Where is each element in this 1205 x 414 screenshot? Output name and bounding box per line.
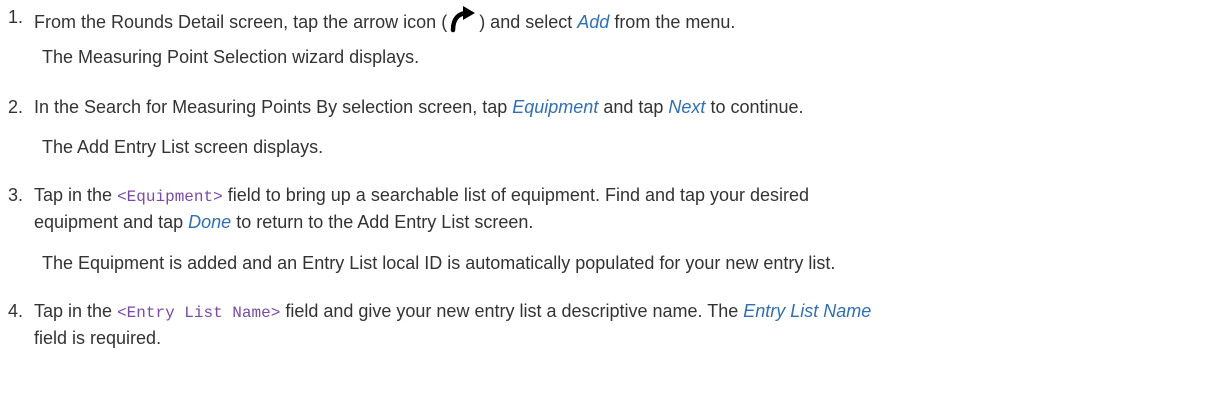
curved-arrow-icon: [450, 6, 476, 33]
step-result: The Equipment is added and an Entry List…: [42, 253, 836, 273]
ui-term-next: Next: [668, 97, 706, 117]
ui-term-add: Add: [577, 12, 610, 32]
step-text: from the menu.: [614, 12, 736, 32]
step-text: Tap in the: [34, 185, 113, 205]
step-text: In the Search for Measuring Points By se…: [34, 97, 508, 117]
step-text: to continue.: [710, 97, 804, 117]
step-text: equipment and tap: [34, 212, 184, 232]
procedure-document: 1. From the Rounds Detail screen, tap th…: [0, 0, 1205, 414]
step-text: to return to the Add Entry List screen.: [236, 212, 534, 232]
step-number: 1.: [8, 7, 24, 27]
field-name-entry-list-name: <Entry List Name>: [117, 304, 281, 322]
step-text: and tap: [603, 97, 664, 117]
step-number: 4.: [8, 301, 24, 321]
step-number: 2.: [8, 97, 24, 117]
step-instruction: From the Rounds Detail screen, tap the a…: [34, 4, 735, 36]
ui-term-done: Done: [188, 212, 232, 232]
step-result: The Add Entry List screen displays.: [42, 137, 324, 157]
ui-term-entry-list-name: Entry List Name: [743, 301, 872, 321]
step-result: The Measuring Point Selection wizard dis…: [42, 47, 420, 67]
step-number: 3.: [8, 185, 24, 205]
step-instruction-continued: field is required.: [34, 328, 162, 348]
step-instruction-continued: equipment and tap Done to return to the …: [34, 209, 533, 236]
step-text: From the Rounds Detail screen, tap the a…: [34, 12, 448, 32]
step-text: field to bring up a searchable list of e…: [227, 185, 810, 205]
step-instruction: Tap in the <Equipment> field to bring up…: [34, 182, 809, 211]
field-name-equipment: <Equipment>: [117, 188, 223, 206]
ui-term-equipment: Equipment: [512, 97, 599, 117]
step-instruction: Tap in the <Entry List Name> field and g…: [34, 298, 871, 327]
step-text: Tap in the: [34, 301, 113, 321]
step-instruction: In the Search for Measuring Points By se…: [34, 94, 804, 121]
step-text: field and give your new entry list a des…: [285, 301, 739, 321]
step-text: ) and select: [479, 12, 573, 32]
